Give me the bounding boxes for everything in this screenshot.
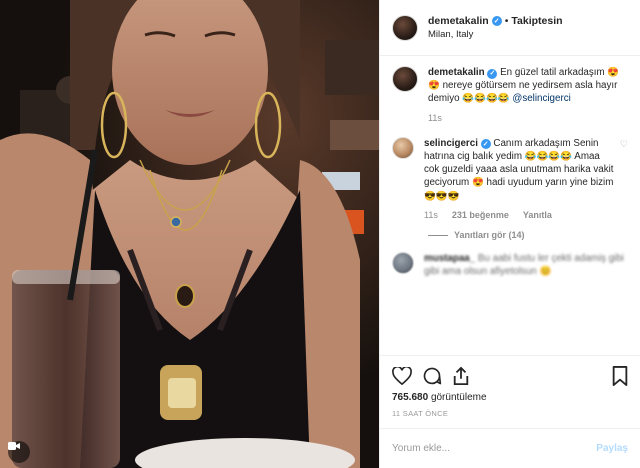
emoji-laughing: 😂😂😂😂 (462, 93, 510, 105)
comments-list: demetakalin ✓ En güzel tatil arkadaşım 😍… (380, 56, 640, 355)
add-comment-bar: Paylaş (380, 428, 640, 468)
post-comment-button[interactable]: Paylaş (596, 443, 628, 454)
post-header: demetakalin ✓ • Takiptesin Milan, Italy (380, 0, 640, 56)
commenter-username[interactable]: selincigerci (424, 138, 478, 149)
caption-mention-link[interactable]: @selincigerci (512, 93, 570, 104)
post-video[interactable] (0, 0, 379, 468)
author-avatar[interactable] (392, 14, 418, 41)
emoji-sunglasses: 😎😎😎 (424, 190, 460, 202)
post-timestamp[interactable]: 11 SAAT ÖNCE (392, 409, 628, 418)
post-details-panel: demetakalin ✓ • Takiptesin Milan, Italy … (379, 0, 640, 468)
comment-likes[interactable]: 231 beğenme (452, 209, 509, 222)
comment-bubble-icon[interactable] (422, 366, 442, 386)
share-icon[interactable] (452, 366, 470, 386)
video-camera-icon (8, 441, 30, 463)
separator-dot: • (504, 14, 509, 27)
view-count[interactable]: 765.680 görüntüleme (392, 392, 628, 403)
verified-badge-icon: ✓ (480, 139, 491, 150)
comment-time[interactable]: 11s (424, 209, 438, 222)
caption-time[interactable]: 11s (428, 112, 442, 125)
post-actions: 765.680 görüntüleme 11 SAAT ÖNCE (380, 355, 640, 418)
caption-author[interactable]: demetakalin (428, 67, 485, 78)
emoji-laughing: 😂😂😂😂 (524, 151, 573, 163)
author-username[interactable]: demetakalin (428, 15, 489, 28)
comment-input[interactable] (392, 443, 597, 454)
caption-author-avatar[interactable] (392, 66, 418, 92)
view-replies-button[interactable]: Yanıtları gör (14) (428, 230, 628, 240)
post-location[interactable]: Milan, Italy (428, 28, 563, 41)
instagram-post-view: demetakalin ✓ • Takiptesin Milan, Italy … (0, 0, 640, 468)
verified-badge-icon: ✓ (487, 68, 498, 79)
like-heart-icon[interactable] (392, 367, 412, 385)
video-frame-illustration (0, 0, 379, 468)
follow-status-button[interactable]: Takiptesin (511, 15, 562, 28)
comment-item: selincigerci ✓ Canım arkadaşım Senin hat… (392, 136, 628, 222)
bookmark-icon[interactable] (612, 366, 628, 386)
caption-text: En güzel tatil arkadaşım (500, 67, 605, 78)
caption: demetakalin ✓ En güzel tatil arkadaşım 😍… (392, 66, 628, 125)
comment-like-heart-icon[interactable]: ♡ (620, 139, 628, 150)
reply-button[interactable]: Yanıtla (523, 209, 552, 222)
commenter-avatar[interactable] (392, 252, 414, 275)
replies-divider (428, 234, 448, 236)
comment-text-3: hadi uyudum yarın yine bizim (486, 177, 614, 189)
verified-badge-icon: ✓ (491, 16, 502, 26)
commenter-avatar[interactable] (392, 136, 414, 159)
emoji-smile: 😊 (539, 266, 552, 278)
commenter-username[interactable]: mustapaa_ (424, 253, 475, 264)
comment-item: mustapaa_ Bu aabi fustu ler çekti adamiş… (392, 252, 628, 278)
emoji-heart-eyes: 😍 (471, 177, 484, 189)
